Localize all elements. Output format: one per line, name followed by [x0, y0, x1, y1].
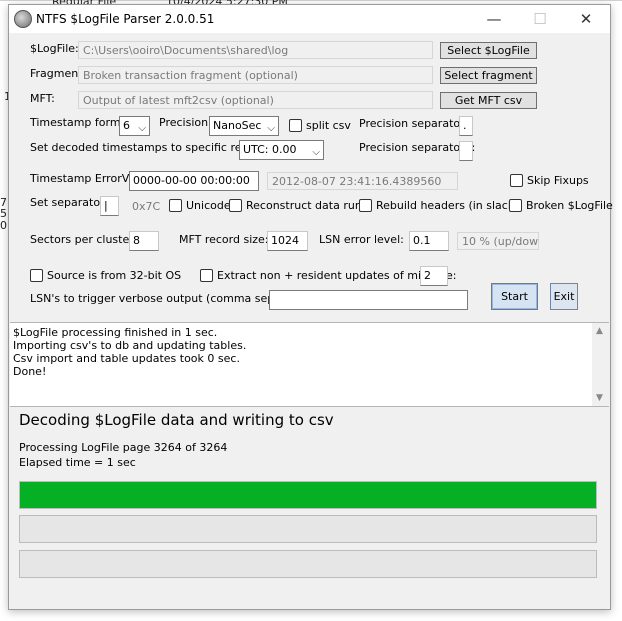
precision-separator2-input[interactable] — [459, 141, 473, 161]
status-elapsed: Elapsed time = 1 sec — [19, 456, 136, 469]
precision-value: NanoSec — [213, 119, 262, 132]
logfile-path-field[interactable]: C:\Users\ooiro\Documents\shared\log — [78, 41, 433, 59]
mft-label: MFT: — [30, 92, 55, 105]
status-page-line: Processing LogFile page 3264 of 3264 — [19, 441, 228, 454]
checkbox-box[interactable] — [169, 199, 182, 212]
region-value: UTC: 0.00 — [243, 143, 297, 156]
progress-bar-secondary — [19, 515, 597, 543]
chevron-down-icon: ⌵ — [138, 123, 146, 134]
skip-fixups-label: Skip Fixups — [527, 174, 589, 187]
sectors-per-cluster-input[interactable]: 8 — [129, 231, 159, 251]
separator-input[interactable]: | — [100, 196, 119, 216]
start-button[interactable]: Start — [491, 283, 538, 310]
minimize-button[interactable]: — — [471, 5, 517, 33]
broken-logfile-checkbox[interactable]: Broken $LogFile — [509, 199, 613, 212]
close-button[interactable]: ✕ — [563, 5, 609, 33]
extract-nonresident-checkbox[interactable]: Extract non + resident updates of min si… — [200, 269, 457, 282]
log-line: Importing csv's to db and updating table… — [13, 339, 247, 352]
progress-bar-main — [19, 481, 597, 509]
log-scrollbar[interactable]: ▲ ▼ — [592, 323, 609, 406]
separator-label: Set separator: — [30, 196, 109, 209]
checkbox-box[interactable] — [510, 174, 523, 187]
get-mft-csv-button[interactable]: Get MFT csv — [440, 92, 537, 109]
fragment-field[interactable]: Broken transaction fragment (optional) — [78, 66, 433, 84]
app-icon — [14, 10, 32, 28]
precision-separator-label: Precision separator: — [359, 117, 469, 130]
scroll-down-icon[interactable]: ▼ — [596, 393, 603, 403]
precision-separator-input[interactable]: . — [459, 116, 473, 136]
reconstruct-data-runs-checkbox[interactable]: Reconstruct data runs — [229, 199, 368, 212]
checkbox-box[interactable] — [200, 269, 213, 282]
min-size-input[interactable]: 2 — [420, 266, 448, 286]
chevron-down-icon: ⌵ — [267, 123, 275, 134]
source-32bit-label: Source is from 32-bit OS — [47, 269, 182, 282]
timestamp-format-select[interactable]: 6 ⌵ — [119, 116, 150, 136]
window-title: NTFS $LogFile Parser 2.0.0.51 — [36, 12, 215, 26]
unicode-checkbox[interactable]: Unicode — [169, 199, 231, 212]
lsn-verbose-input[interactable] — [269, 290, 468, 310]
broken-logfile-label: Broken $LogFile — [526, 199, 613, 212]
progress-bar-tertiary — [19, 550, 597, 578]
split-csv-checkbox[interactable]: split csv — [289, 119, 351, 132]
precision-label: Precision: — [159, 116, 212, 129]
reconstruct-data-runs-label: Reconstruct data runs — [246, 199, 368, 212]
exit-button[interactable]: Exit — [550, 283, 578, 310]
scroll-up-icon[interactable]: ▲ — [596, 326, 603, 336]
title-bar: NTFS $LogFile Parser 2.0.0.51 — ☐ ✕ — [9, 5, 610, 33]
log-line: Done! — [13, 365, 47, 378]
precision-separator2-label: Precision separator2: — [359, 141, 476, 154]
lsn-error-level-input[interactable]: 0.1 — [409, 231, 449, 251]
checkbox-box[interactable] — [30, 269, 43, 282]
checkbox-box[interactable] — [359, 199, 372, 212]
logfile-parser-window: NTFS $LogFile Parser 2.0.0.51 — ☐ ✕ $Log… — [8, 4, 613, 610]
progress-fill — [20, 482, 596, 508]
logfile-label: $LogFile: — [30, 42, 79, 55]
checkbox-box[interactable] — [289, 119, 302, 132]
log-line: $LogFile processing finished in 1 sec. — [13, 326, 218, 339]
unicode-label: Unicode — [186, 199, 231, 212]
lsn-error-level-label: LSN error level: — [319, 233, 404, 246]
select-logfile-button[interactable]: Select $LogFile — [440, 42, 537, 59]
lsn-error-note: 10 % (up/down) — [457, 232, 539, 250]
timestamp-preview-field: 2012-08-07 23:41:16.4389560 — [267, 172, 458, 190]
region-label: Set decoded timestamps to specific regio… — [30, 141, 269, 154]
mft-field[interactable]: Output of latest mft2csv (optional) — [78, 91, 433, 109]
split-csv-label: split csv — [306, 119, 351, 132]
precision-select[interactable]: NanoSec ⌵ — [209, 116, 279, 136]
checkbox-box[interactable] — [229, 199, 242, 212]
mft-record-size-label: MFT record size: — [179, 233, 269, 246]
timestamp-errorval-label: Timestamp ErrorVal: — [30, 172, 142, 185]
bg-fragment: 0 — [0, 219, 7, 232]
region-select[interactable]: UTC: 0.00 ⌵ — [239, 140, 324, 160]
status-heading: Decoding $LogFile data and writing to cs… — [19, 411, 334, 429]
timestamp-errorval-input[interactable]: 0000-00-00 00:00:00 — [129, 171, 259, 191]
source-32bit-checkbox[interactable]: Source is from 32-bit OS — [30, 269, 181, 282]
mft-record-size-input[interactable]: 1024 — [267, 231, 308, 251]
checkbox-box[interactable] — [509, 199, 522, 212]
log-output[interactable]: $LogFile processing finished in 1 sec. I… — [10, 322, 609, 407]
timestamp-format-value: 6 — [123, 119, 130, 132]
maximize-button[interactable]: ☐ — [517, 5, 563, 33]
select-fragment-button[interactable]: Select fragment — [440, 67, 537, 84]
rebuild-headers-label: Rebuild headers (in slack) — [376, 199, 519, 212]
sectors-per-cluster-label: Sectors per cluster: — [30, 233, 138, 246]
separator-hex: 0x7C — [132, 200, 161, 213]
rebuild-headers-checkbox[interactable]: Rebuild headers (in slack) — [359, 199, 519, 212]
log-line: Csv import and table updates took 0 sec. — [13, 352, 240, 365]
skip-fixups-checkbox[interactable]: Skip Fixups — [510, 174, 589, 187]
chevron-down-icon: ⌵ — [312, 147, 320, 158]
